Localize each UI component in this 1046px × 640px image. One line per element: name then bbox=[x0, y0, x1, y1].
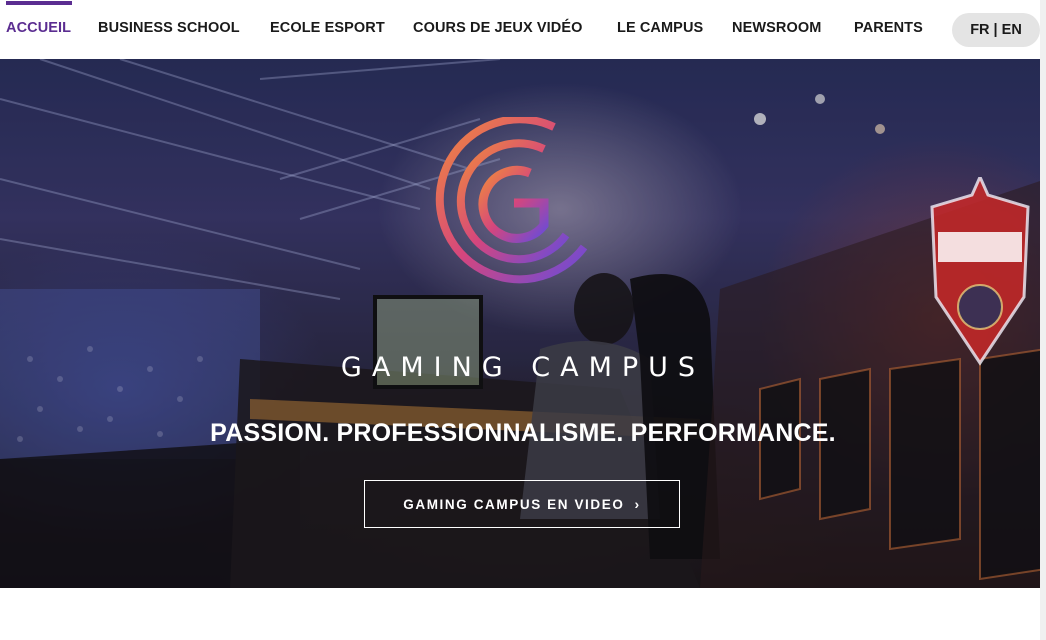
language-toggle[interactable]: FR | EN bbox=[952, 13, 1040, 47]
hero-banner: GAMING CAMPUS PASSION. PROFESSIONNALISME… bbox=[0, 59, 1046, 588]
hero-tagline: PASSION. PROFESSIONNALISME. PERFORMANCE. bbox=[210, 419, 836, 447]
video-button-label: GAMING CAMPUS EN VIDEO bbox=[403, 496, 625, 512]
nav-item-newsroom[interactable]: NEWSROOM bbox=[732, 20, 821, 40]
gaming-campus-logo-icon bbox=[435, 117, 588, 284]
nav-item-parents[interactable]: PARENTS bbox=[854, 20, 923, 40]
active-indicator bbox=[6, 1, 72, 5]
nav-item-ecole-esport[interactable]: ECOLE ESPORT bbox=[270, 20, 385, 40]
main-navigation: ACCUEIL BUSINESS SCHOOL ECOLE ESPORT COU… bbox=[0, 0, 1046, 59]
brand-title: GAMING CAMPUS bbox=[340, 352, 706, 383]
page-scrollbar[interactable] bbox=[1040, 0, 1046, 640]
nav-item-business-school[interactable]: BUSINESS SCHOOL bbox=[98, 20, 240, 40]
nav-item-le-campus[interactable]: LE CAMPUS bbox=[617, 20, 703, 40]
nav-item-accueil[interactable]: ACCUEIL bbox=[6, 20, 71, 40]
chevron-right-icon: › bbox=[634, 496, 641, 512]
all-star-badge-icon bbox=[930, 177, 1030, 366]
nav-item-cours-jeux-video[interactable]: COURS DE JEUX VIDÉO bbox=[413, 20, 583, 40]
watch-video-button[interactable]: GAMING CAMPUS EN VIDEO › bbox=[364, 480, 680, 528]
